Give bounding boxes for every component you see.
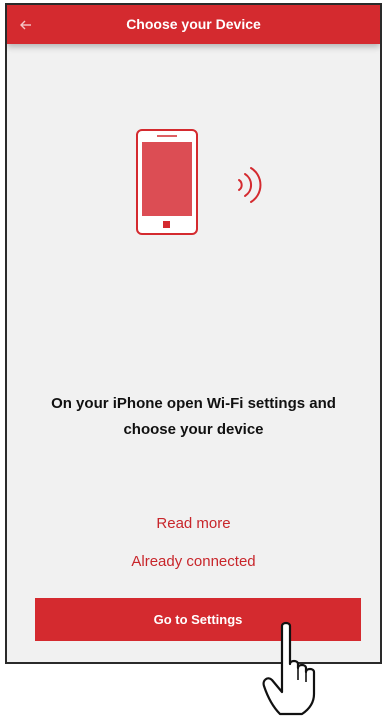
back-button[interactable] xyxy=(19,13,47,37)
hand-pointer-icon xyxy=(262,621,316,716)
arrow-left-icon xyxy=(20,20,31,30)
phone-screen: Choose your Device On your iPhone open W… xyxy=(5,3,382,664)
app-bar: Choose your Device xyxy=(7,5,380,44)
page-title: Choose your Device xyxy=(126,16,261,32)
smartphone-icon xyxy=(136,129,198,235)
instruction-text: On your iPhone open Wi-Fi settings and c… xyxy=(27,391,360,443)
page: Choose your Device On your iPhone open W… xyxy=(0,0,389,723)
phone-illustration xyxy=(136,129,262,235)
wireless-signal-icon xyxy=(238,167,262,203)
instruction-line-2: choose your device xyxy=(123,421,264,438)
read-more-link[interactable]: Read more xyxy=(7,515,380,532)
instruction-line-1: On your iPhone open Wi-Fi settings and xyxy=(51,395,336,412)
already-connected-link[interactable]: Already connected xyxy=(7,553,380,570)
